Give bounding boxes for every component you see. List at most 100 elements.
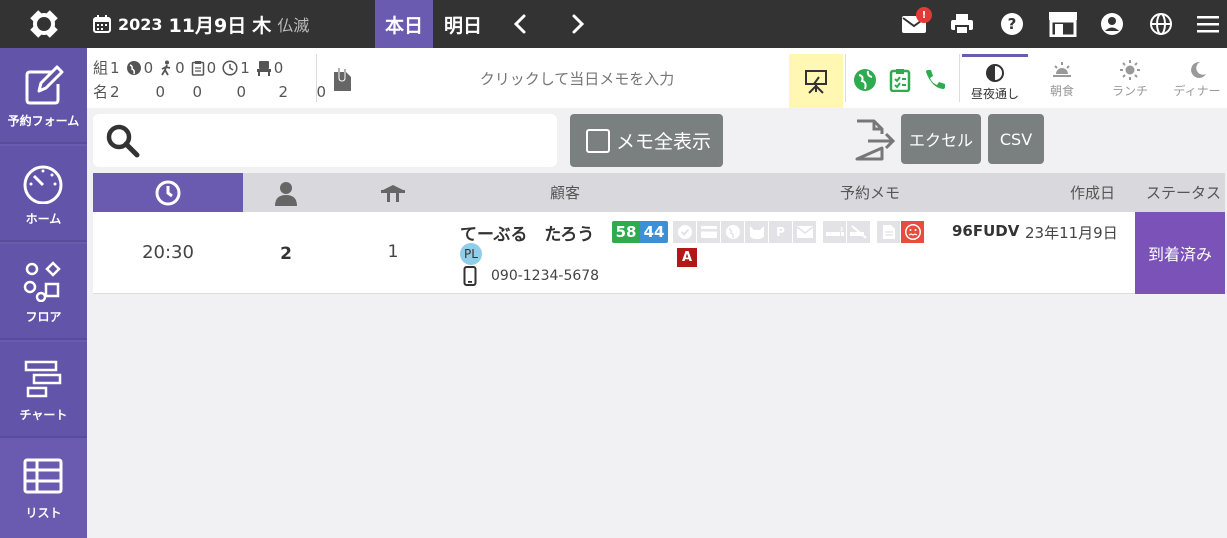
- cat-icon: [745, 221, 768, 243]
- count-tel-groups: 0: [206, 59, 217, 77]
- search-icon: [106, 124, 140, 158]
- document-icon: [877, 221, 900, 243]
- date-weekday: 木: [252, 14, 272, 37]
- whiteboard-button[interactable]: [789, 54, 843, 108]
- checkbox-icon: [586, 128, 610, 153]
- count-total-groups: 1: [110, 59, 120, 77]
- count-tel-people: 0: [236, 83, 246, 101]
- clipboard-icon: [191, 61, 204, 76]
- user-icon: [275, 181, 297, 206]
- flag-badge: A: [677, 248, 697, 267]
- svg-text:?: ?: [1008, 15, 1017, 33]
- clock-icon: [222, 60, 238, 76]
- reservation-pax: 2: [280, 244, 292, 264]
- meal-tab-lunch[interactable]: ランチ: [1097, 54, 1163, 108]
- sidebar-item-label: ホーム: [25, 212, 62, 226]
- column-header-pax[interactable]: [243, 173, 329, 212]
- count-web-groups: 0: [143, 59, 154, 77]
- sidebar: 予約フォーム ホーム フロア チャート リスト: [0, 48, 87, 538]
- sidebar-item-reservation-form[interactable]: 予約フォーム: [0, 48, 87, 144]
- column-header-time[interactable]: [93, 173, 243, 212]
- store-button[interactable]: [1046, 10, 1080, 38]
- globe-icon: [1150, 13, 1172, 35]
- credit-card-icon: [697, 221, 720, 243]
- meal-tab-dinner[interactable]: ディナー: [1164, 54, 1227, 108]
- check-circle-icon: [673, 221, 696, 243]
- divider: [959, 54, 960, 102]
- chevron-right-icon[interactable]: [564, 12, 590, 36]
- search-input[interactable]: [93, 114, 557, 167]
- export-csv-button[interactable]: CSV: [988, 114, 1044, 164]
- phone-icon[interactable]: [923, 68, 947, 92]
- column-header-status[interactable]: ステータス: [1146, 173, 1221, 212]
- show-all-memos-toggle[interactable]: メモ全表示: [570, 114, 723, 167]
- sidebar-item-chart[interactable]: チャート: [0, 342, 87, 438]
- parking-icon: P: [769, 221, 792, 243]
- seated-icon: [256, 61, 271, 76]
- clock-icon: [155, 180, 181, 205]
- reservation-code: 96FUDV: [952, 222, 1020, 240]
- column-header-created[interactable]: 作成日: [1070, 173, 1115, 212]
- count-walkin-people: 0: [192, 83, 202, 101]
- groups-label: 組: [93, 59, 109, 77]
- half-circle-icon: [986, 64, 1004, 82]
- today-button[interactable]: 本日: [375, 0, 433, 48]
- mail-button[interactable]: !: [900, 7, 932, 38]
- meal-tab-label: 昼夜通し: [970, 87, 1019, 101]
- sidebar-item-label: 予約フォーム: [7, 114, 80, 128]
- tomorrow-button[interactable]: 明日: [433, 0, 493, 48]
- walk-in-icon: [161, 60, 171, 76]
- app-logo-icon[interactable]: [0, 0, 87, 48]
- sidebar-item-label: フロア: [25, 310, 62, 324]
- status-badge[interactable]: 到着済み: [1135, 212, 1225, 294]
- column-header-memo[interactable]: 予約メモ: [840, 173, 900, 212]
- count-web-people: 0: [155, 83, 165, 101]
- print-button[interactable]: [948, 10, 976, 38]
- whiteboard-icon: [805, 70, 827, 94]
- globe-icon[interactable]: [853, 68, 877, 92]
- divider: [316, 54, 317, 102]
- column-header-customer[interactable]: 顧客: [550, 173, 580, 212]
- export-excel-button[interactable]: エクセル: [901, 114, 981, 164]
- customer-name[interactable]: てーぶる たろう: [460, 220, 594, 245]
- language-button[interactable]: [1147, 10, 1175, 38]
- reservation-time: 20:30: [142, 242, 194, 263]
- hamburger-icon: [1197, 16, 1219, 33]
- globe-icon: [721, 221, 744, 243]
- visit-tag-blue: 44: [640, 221, 668, 243]
- meal-tab-label: ディナー: [1173, 84, 1221, 98]
- show-all-memos-label: メモ全表示: [616, 131, 712, 153]
- memo-clip-icon[interactable]: [331, 66, 353, 92]
- count-waiting-groups: 1: [240, 59, 250, 77]
- user-circle-icon: [1101, 13, 1123, 35]
- calendar-icon: [93, 15, 111, 33]
- sidebar-item-home[interactable]: ホーム: [0, 146, 87, 242]
- table-header: 顧客 予約メモ 作成日 ステータス: [93, 173, 1225, 212]
- column-header-tables[interactable]: [343, 173, 443, 212]
- meal-tab-breakfast[interactable]: 朝食: [1029, 54, 1095, 108]
- chevron-left-icon[interactable]: [508, 12, 534, 36]
- table-row[interactable]: 20:30 2 1 てーぶる たろう PL 090-1234-5678 58 4…: [93, 212, 1225, 294]
- daily-memo-input[interactable]: クリックして当日メモを入力: [367, 48, 787, 108]
- chart-icon: [24, 360, 62, 398]
- printer-icon: [951, 14, 973, 35]
- sidebar-item-floor[interactable]: フロア: [0, 244, 87, 340]
- pencil-square-icon: [25, 65, 64, 105]
- sunrise-icon: [1053, 62, 1071, 77]
- date-display[interactable]: 2023 11月9日 木 仏滅: [92, 0, 309, 48]
- export-file-icon[interactable]: [852, 118, 898, 162]
- store-icon: [1049, 12, 1077, 37]
- allergy-face-icon: [901, 221, 924, 243]
- clipboard-check-icon[interactable]: [889, 68, 911, 92]
- meal-tab-all-day[interactable]: 昼夜通し: [962, 54, 1028, 108]
- account-button[interactable]: [1098, 10, 1126, 38]
- count-walkin-groups: 0: [175, 59, 185, 77]
- date-rokuyo: 仏滅: [277, 16, 310, 35]
- floor-shapes-icon: [23, 261, 61, 302]
- menu-button[interactable]: [1194, 10, 1222, 38]
- mail-badge: !: [916, 7, 932, 23]
- no-smoking-icon: [847, 221, 870, 243]
- help-button[interactable]: ?: [998, 10, 1026, 38]
- sidebar-item-list[interactable]: リスト: [0, 440, 87, 536]
- reservation-tables: 1: [387, 242, 399, 262]
